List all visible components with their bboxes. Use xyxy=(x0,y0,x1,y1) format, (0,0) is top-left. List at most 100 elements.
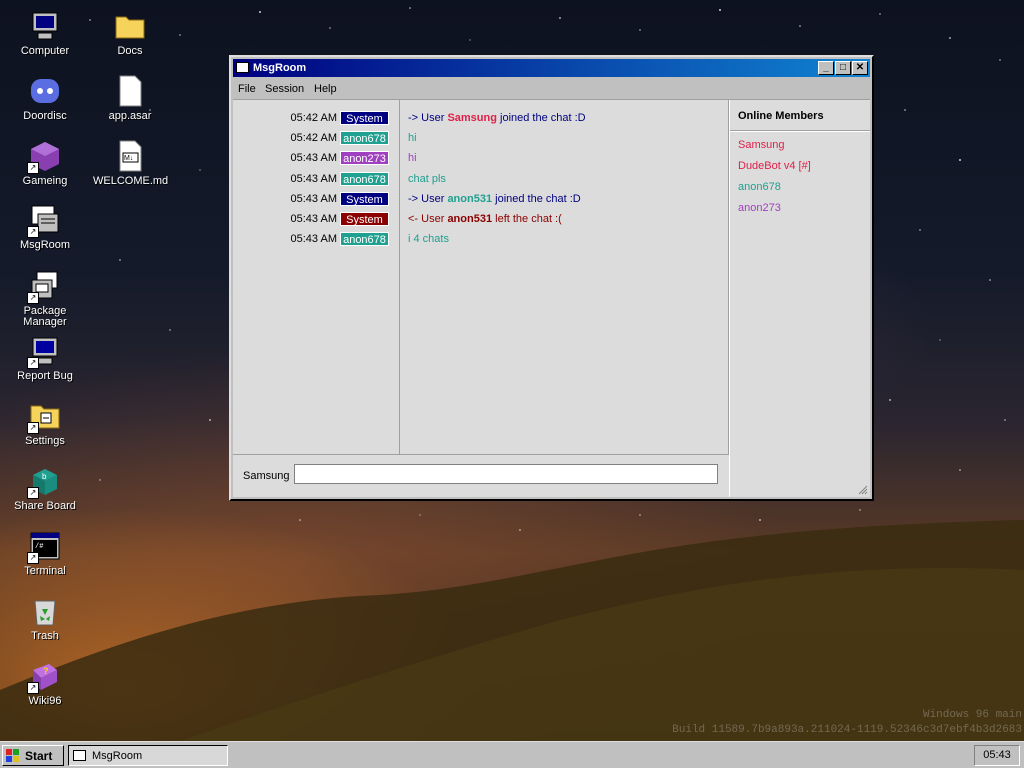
package-manager-icon: ↗ xyxy=(27,270,61,304)
desktop-icon-welcome-md[interactable]: M↓ WELCOME.md xyxy=(93,140,168,187)
resize-grip-icon[interactable] xyxy=(858,485,868,495)
message-text: joined the chat :D xyxy=(496,112,586,124)
menu-help[interactable]: Help xyxy=(314,83,337,95)
start-button[interactable]: Start xyxy=(2,745,64,766)
chat-content: 05:42 AM System 05:42 AM anon678 05:43 AM ano… xyxy=(233,99,870,497)
computer-icon xyxy=(29,10,61,42)
desktop-icon-trash[interactable]: Trash xyxy=(8,595,82,642)
message-text: left the chat :( xyxy=(492,213,562,225)
desktop-icon-report-bug[interactable]: ↗ Report Bug xyxy=(8,335,82,382)
shortcut-arrow-icon: ↗ xyxy=(27,162,39,174)
share-board-icon: b ↗ xyxy=(27,465,61,499)
desktop-icon-computer[interactable]: Computer xyxy=(8,10,82,57)
user-badge[interactable]: System xyxy=(340,111,389,125)
report-bug-icon: ↗ xyxy=(27,335,61,369)
current-username-label: Samsung xyxy=(243,470,290,482)
desktop-icon-share-board[interactable]: b ↗ Share Board xyxy=(8,465,82,512)
desktop-icon-settings[interactable]: ↗ Settings xyxy=(8,400,82,447)
msgroom-icon: ↗ xyxy=(27,204,61,238)
folder-icon xyxy=(114,10,146,42)
minimize-button[interactable]: _ xyxy=(818,61,834,75)
menu-file[interactable]: File xyxy=(238,83,256,95)
shortcut-arrow-icon: ↗ xyxy=(27,552,39,564)
svg-text:M↓: M↓ xyxy=(124,155,133,162)
menu-session[interactable]: Session xyxy=(265,83,304,95)
message-text: joined the chat :D xyxy=(492,192,581,205)
user-badge[interactable]: anon678 xyxy=(340,131,389,146)
start-label: Start xyxy=(25,749,53,763)
message-username[interactable]: anon531 xyxy=(447,213,492,225)
desktop-icon-docs[interactable]: Docs xyxy=(93,10,167,57)
message-username[interactable]: Samsung xyxy=(447,112,497,124)
message-meta-row: 05:42 AM anon678 xyxy=(233,131,399,147)
msgroom-task-icon xyxy=(73,750,86,761)
message-meta-row: 05:42 AM System xyxy=(233,111,399,127)
message-username[interactable]: anon531 xyxy=(447,193,492,205)
user-badge[interactable]: anon678 xyxy=(340,171,389,186)
message-meta-row: 05:43 AM anon678 xyxy=(233,171,399,188)
windows-logo-icon xyxy=(6,749,19,762)
message-meta-row: 05:43 AM anon273 xyxy=(233,151,399,167)
taskbar-item-label: MsgRoom xyxy=(92,750,143,762)
msgroom-window[interactable]: MsgRoom _ □ ✕ File Session Help 05:42 AM… xyxy=(229,55,874,501)
message-timestamp: 05:43 AM xyxy=(290,192,337,205)
build-watermark-line1: Windows 96 main xyxy=(922,709,1022,721)
user-badge[interactable]: System xyxy=(340,212,389,226)
maximize-button[interactable]: □ xyxy=(835,61,851,75)
recycle-bin-icon xyxy=(29,595,61,627)
user-badge[interactable]: System xyxy=(340,191,389,206)
chat-message: hi xyxy=(408,132,417,145)
wiki-book-icon: ? ↗ xyxy=(27,660,61,694)
message-text: -> User xyxy=(408,112,448,124)
message-meta-row: 05:43 AM System xyxy=(233,212,399,228)
desktop-icon-gameing[interactable]: ↗ Gameing xyxy=(8,140,82,187)
message-timestamp: 05:43 AM xyxy=(290,213,337,225)
message-text: <- User xyxy=(408,213,448,225)
window-title: MsgRoom xyxy=(253,62,307,74)
user-badge[interactable]: anon678 xyxy=(340,232,389,247)
message-timestamp: 05:42 AM xyxy=(290,132,337,145)
desktop-icon-terminal[interactable]: /# ↗ Terminal xyxy=(8,530,82,577)
timestamp-column: 05:42 AM System 05:42 AM anon678 05:43 AM ano… xyxy=(233,100,400,455)
message-timestamp: 05:42 AM xyxy=(290,112,337,124)
system-tray-clock: 05:43 xyxy=(974,745,1020,766)
message-log[interactable]: -> User Samsung joined the chat :D hi hi ch… xyxy=(400,100,729,455)
desktop-icon-doordisc[interactable]: Doordisc xyxy=(8,75,82,122)
online-member[interactable]: anon678 xyxy=(738,181,781,193)
game-cube-icon: ↗ xyxy=(27,140,61,174)
close-button[interactable]: ✕ xyxy=(852,61,868,75)
shortcut-arrow-icon: ↗ xyxy=(27,357,39,369)
desktop-icon-msgroom[interactable]: ↗ MsgRoom xyxy=(8,204,82,251)
shortcut-arrow-icon: ↗ xyxy=(27,292,39,304)
online-members-panel: Online Members Samsung DudeBot v4 [#] anon… xyxy=(729,100,870,497)
online-member[interactable]: Samsung xyxy=(738,139,784,151)
taskbar: Start MsgRoom 05:43 xyxy=(0,741,1024,768)
message-text: -> User xyxy=(408,192,448,205)
user-badge[interactable]: anon273 xyxy=(340,151,389,166)
chat-message: i 4 chats xyxy=(408,233,449,246)
message-timestamp: 05:43 AM xyxy=(290,172,337,185)
shortcut-arrow-icon: ↗ xyxy=(27,226,39,238)
message-meta-row: 05:43 AM anon678 xyxy=(233,232,399,248)
online-member[interactable]: anon273 xyxy=(738,202,781,214)
terminal-icon: /# ↗ xyxy=(27,530,61,564)
window-titlebar[interactable]: MsgRoom _ □ ✕ xyxy=(233,59,870,77)
online-member[interactable]: DudeBot v4 [#] xyxy=(738,160,811,172)
chat-message: hi xyxy=(408,152,417,165)
message-input[interactable] xyxy=(294,464,718,484)
shortcut-arrow-icon: ↗ xyxy=(27,422,39,434)
build-watermark-line2: Build 11589.7b9a893a.211024-1119.52346c3… xyxy=(672,724,1022,736)
svg-text:b: b xyxy=(42,472,47,481)
members-divider xyxy=(730,130,870,132)
settings-icon: ↗ xyxy=(27,400,61,434)
desktop-icon-package-manager[interactable]: ↗ Package Manager xyxy=(8,270,82,328)
svg-text:/#: /# xyxy=(35,543,43,551)
desktop-icon-app-asar[interactable]: app.asar xyxy=(93,75,167,122)
members-title: Online Members xyxy=(738,110,824,122)
shortcut-arrow-icon: ↗ xyxy=(27,487,39,499)
markdown-file-icon: M↓ xyxy=(114,140,146,172)
chat-message: -> User Samsung joined the chat :D xyxy=(408,112,586,124)
taskbar-item-msgroom[interactable]: MsgRoom xyxy=(68,745,228,766)
discord-icon xyxy=(29,75,61,107)
desktop-icon-wiki96[interactable]: ? ↗ Wiki96 xyxy=(8,660,82,707)
